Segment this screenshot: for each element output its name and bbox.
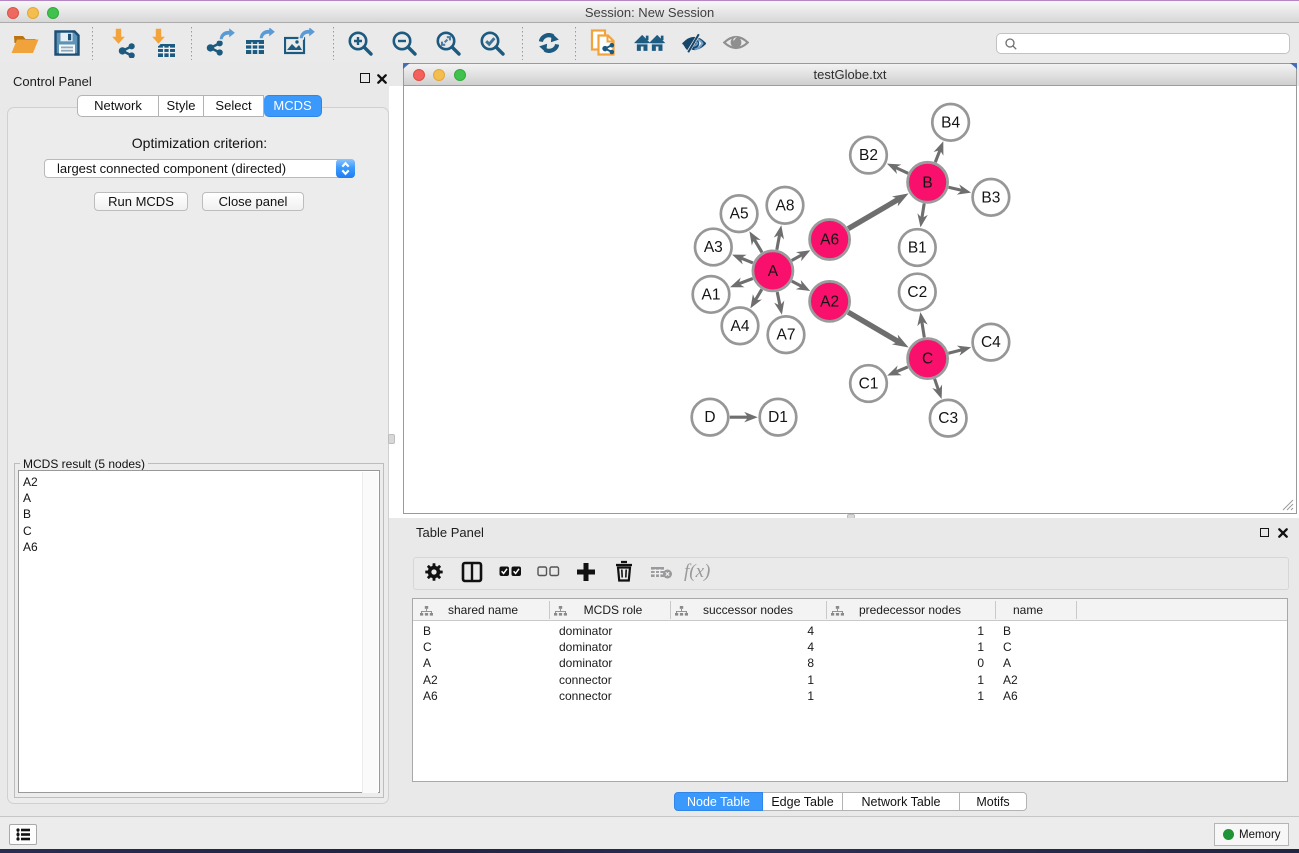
svg-text:B2: B2 <box>859 147 878 164</box>
svg-text:A6: A6 <box>820 232 839 249</box>
svg-text:B1: B1 <box>908 240 927 257</box>
svg-text:A8: A8 <box>776 197 795 214</box>
svg-text:C3: C3 <box>938 410 958 427</box>
svg-text:B3: B3 <box>981 189 1000 206</box>
svg-text:B: B <box>922 174 932 191</box>
svg-text:D: D <box>704 409 715 426</box>
svg-text:A4: A4 <box>731 318 750 335</box>
svg-text:A1: A1 <box>702 286 721 303</box>
svg-text:A3: A3 <box>704 239 723 256</box>
svg-text:A: A <box>768 263 779 280</box>
svg-text:A5: A5 <box>730 206 749 223</box>
svg-text:C2: C2 <box>907 284 927 301</box>
svg-text:C1: C1 <box>859 376 879 393</box>
svg-text:C: C <box>922 351 933 368</box>
svg-text:B4: B4 <box>941 114 960 131</box>
svg-text:C4: C4 <box>981 334 1001 351</box>
svg-text:A7: A7 <box>777 327 796 344</box>
svg-text:D1: D1 <box>768 409 788 426</box>
svg-text:A2: A2 <box>820 293 839 310</box>
